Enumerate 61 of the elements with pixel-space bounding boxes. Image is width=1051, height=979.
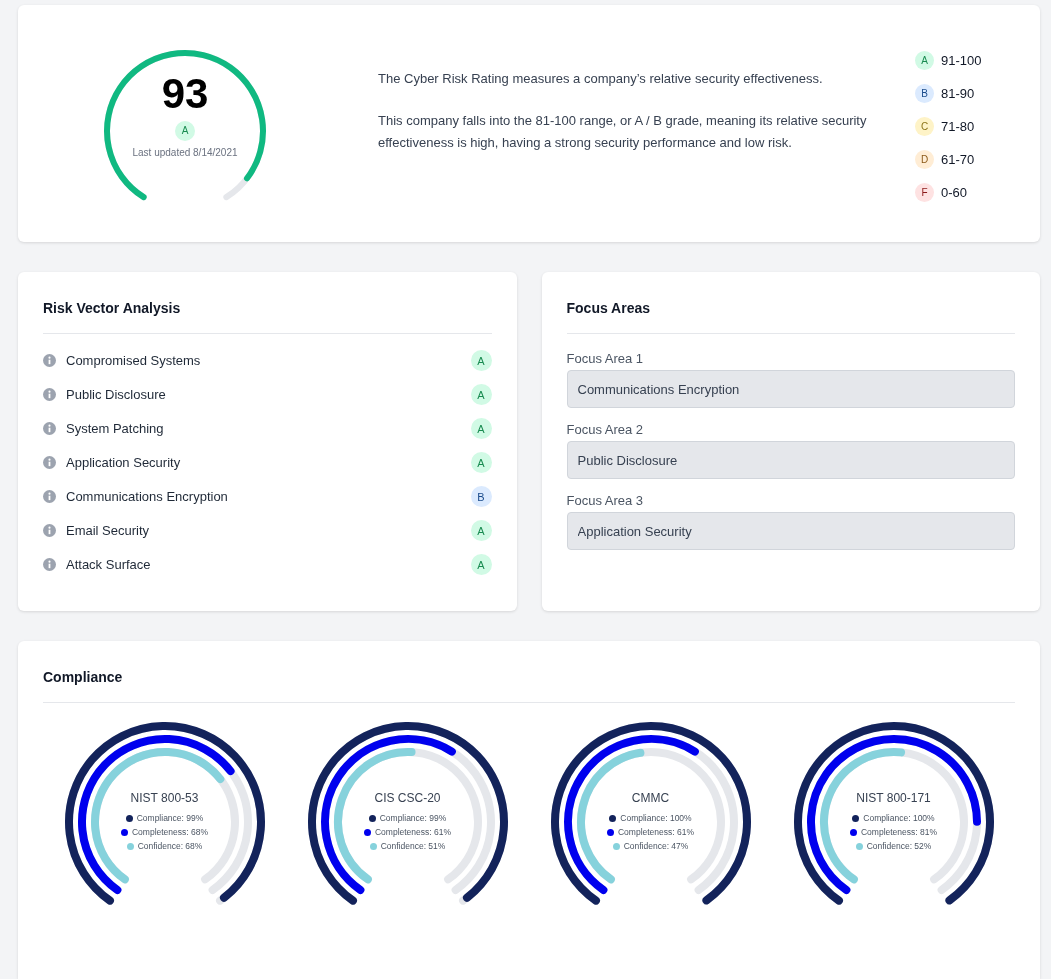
grade-badge: A <box>470 452 492 473</box>
grade-badge: C <box>915 117 934 136</box>
risk-vector-name: Communications Encryption <box>66 489 229 504</box>
focus-area-field[interactable]: Communications Encryption <box>566 370 1015 408</box>
card-title: Compliance <box>43 669 1015 703</box>
focus-area-field[interactable]: Application Security <box>566 512 1015 550</box>
metric-label: Confidence: 68% <box>137 841 203 851</box>
grade-range: 91-100 <box>941 53 982 68</box>
grade-badge: A <box>915 51 934 70</box>
info-icon <box>43 490 56 503</box>
risk-vector-name: Attack Surface <box>66 557 152 572</box>
metric-label: Completeness: 61% <box>617 827 695 837</box>
last-updated-text: Last updated 8/14/2021 <box>132 146 238 158</box>
risk-vector-name: Email Security <box>66 523 151 538</box>
info-icon <box>43 558 56 571</box>
grade-badge: B <box>915 84 934 103</box>
risk-vector-name: Public Disclosure <box>66 387 167 402</box>
grade-range: 61-70 <box>941 152 975 167</box>
risk-vector-name: System Patching <box>66 421 165 436</box>
grade-badge: A <box>470 350 492 371</box>
info-icon <box>43 388 56 401</box>
field-label: Focus Area 1 <box>566 351 645 366</box>
metric-label: Confidence: 52% <box>866 841 932 851</box>
field-label: Focus Area 3 <box>566 493 645 508</box>
grade-badge: A <box>470 418 492 439</box>
card-title: Risk Vector Analysis <box>43 300 492 334</box>
grade-badge: F <box>915 183 934 202</box>
card-title: Focus Areas <box>566 300 1015 334</box>
metric-label: Completeness: 81% <box>860 827 938 837</box>
grade-badge: B <box>470 486 492 507</box>
framework-name: NIST 800-171 <box>856 791 931 805</box>
metric-label: Compliance: 99% <box>379 813 447 823</box>
grade-badge: A <box>470 384 492 405</box>
metric-label: Compliance: 100% <box>620 813 692 823</box>
field-label: Focus Area 2 <box>566 422 645 437</box>
grade-range: 0-60 <box>941 185 968 200</box>
grade-badge: A <box>470 554 492 575</box>
grade-range: 71-80 <box>941 119 975 134</box>
info-icon <box>43 456 56 469</box>
score-value: 93 <box>161 72 209 115</box>
metric-label: Confidence: 51% <box>380 841 446 851</box>
grade-range: 81-90 <box>941 86 975 101</box>
metric-label: Completeness: 68% <box>131 827 209 837</box>
grade-badge: A <box>175 120 195 141</box>
info-icon <box>43 524 56 537</box>
grade-badge: A <box>470 520 492 541</box>
info-icon <box>43 354 56 367</box>
info-icon <box>43 422 56 435</box>
framework-name: CIS CSC-20 <box>374 791 441 805</box>
metric-label: Completeness: 61% <box>374 827 452 837</box>
description-text: This company falls into the 81-100 range, or A / B grade, meaning its relative security effectiveness is high, having a strong security performance and low risk. <box>378 112 868 152</box>
focus-area-field[interactable]: Public Disclosure <box>566 441 1015 479</box>
framework-name: CMMC <box>631 791 670 805</box>
description-text: The Cyber Risk Rating measures a company’s relative security effectiveness. <box>378 70 824 88</box>
metric-label: Compliance: 100% <box>863 813 935 823</box>
grade-badge: D <box>915 150 934 169</box>
risk-vector-name: Application Security <box>66 455 182 470</box>
metric-label: Compliance: 99% <box>136 813 204 823</box>
risk-vector-name: Compromised Systems <box>66 353 202 368</box>
metric-label: Confidence: 47% <box>623 841 689 851</box>
framework-name: NIST 800-53 <box>130 791 199 805</box>
